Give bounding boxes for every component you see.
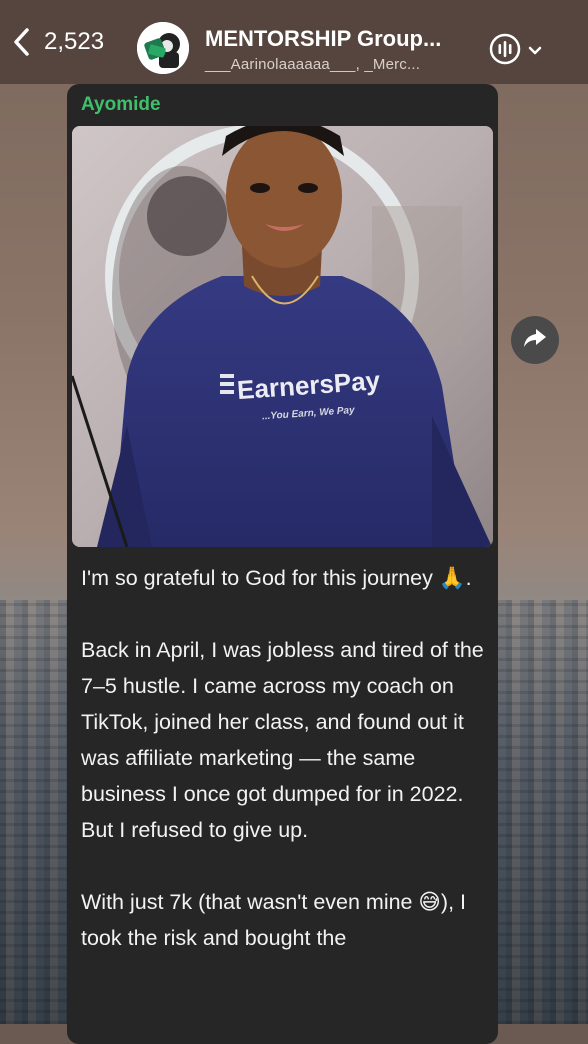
group-title: MENTORSHIP Group... (205, 26, 442, 51)
photo-image: EarnersPay ...You Earn, We Pay (72, 126, 493, 547)
group-avatar-image (137, 22, 189, 74)
chat-header: 2,523 MENTORSHIP Group... ___Aarinolaaaa… (0, 0, 588, 84)
chevron-down-icon (528, 43, 542, 61)
sender-name[interactable]: Ayomide (81, 94, 161, 116)
back-button[interactable]: 2,523 (12, 26, 104, 58)
chat-title-area[interactable]: MENTORSHIP Group... ___Aarinolaaaaaa___,… (205, 26, 475, 73)
forward-arrow-icon (522, 326, 548, 355)
group-members: ___Aarinolaaaaaa___, _Merc... (205, 56, 421, 73)
unread-count: 2,523 (44, 28, 105, 55)
message-photo[interactable]: EarnersPay ...You Earn, We Pay (72, 126, 493, 547)
message-text: I'm so grateful to God for this journey … (81, 566, 484, 950)
group-avatar[interactable] (137, 22, 189, 74)
chevron-left-icon (12, 26, 40, 58)
forward-button[interactable] (511, 316, 559, 364)
voice-call-button[interactable] (488, 32, 542, 71)
message-bubble[interactable]: Ayomide EarnersPay ...You Earn, We Pay I… (67, 84, 498, 1044)
voice-call-icon (488, 32, 522, 71)
